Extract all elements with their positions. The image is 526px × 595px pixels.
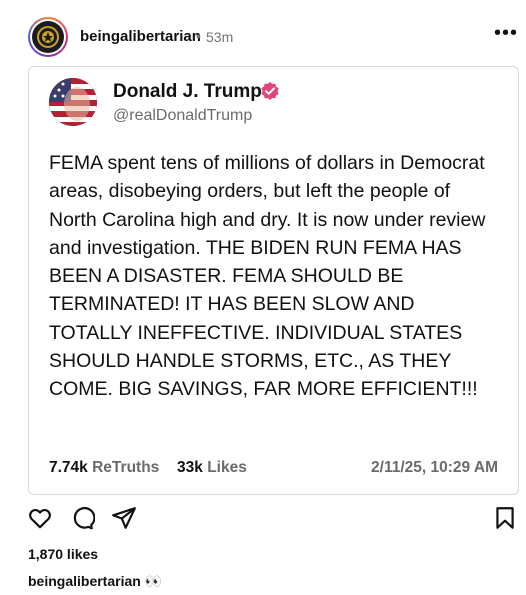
- comment-icon[interactable]: [69, 505, 96, 531]
- truth-date: 2/11/25, 10:29 AM: [371, 459, 498, 476]
- bookmark-icon[interactable]: [492, 505, 518, 531]
- separator-dot: •: [196, 28, 201, 44]
- profile-avatar[interactable]: [28, 17, 68, 57]
- retruths-label: ReTruths: [92, 459, 160, 476]
- more-options-icon[interactable]: •••: [494, 22, 518, 45]
- retruths-count: 7.74k: [49, 459, 88, 476]
- post-time[interactable]: 53m: [206, 29, 233, 45]
- truth-body-text: FEMA spent tens of millions of dollars i…: [49, 152, 486, 401]
- truth-likes-count: 33k: [177, 459, 203, 476]
- caption-text: 👀: [144, 573, 163, 589]
- seal-logo: [32, 21, 64, 53]
- truth-author-name: Donald J. Trump: [113, 81, 262, 102]
- post-caption: beingalibertarian 👀: [28, 573, 162, 590]
- caption-username[interactable]: beingalibertarian: [28, 573, 141, 589]
- post-actions: [0, 505, 526, 535]
- truth-author-handle: @realDonaldTrump: [113, 107, 253, 124]
- share-icon[interactable]: [111, 505, 137, 531]
- post-header: beingalibertarian • 53m •••: [0, 0, 526, 72]
- likes-stat: 33k Likes: [177, 459, 247, 477]
- post-username[interactable]: beingalibertarian: [80, 28, 201, 45]
- verified-badge-icon: [260, 81, 280, 101]
- heart-icon[interactable]: [27, 505, 53, 531]
- truth-card: Donald J. Trump @realDonaldTrump FEMA sp…: [28, 66, 519, 495]
- truth-likes-label: Likes: [207, 459, 247, 476]
- retruths-stat: 7.74k ReTruths: [49, 459, 159, 477]
- post-likes-count[interactable]: 1,870 likes: [28, 546, 98, 562]
- truth-avatar: [49, 78, 97, 126]
